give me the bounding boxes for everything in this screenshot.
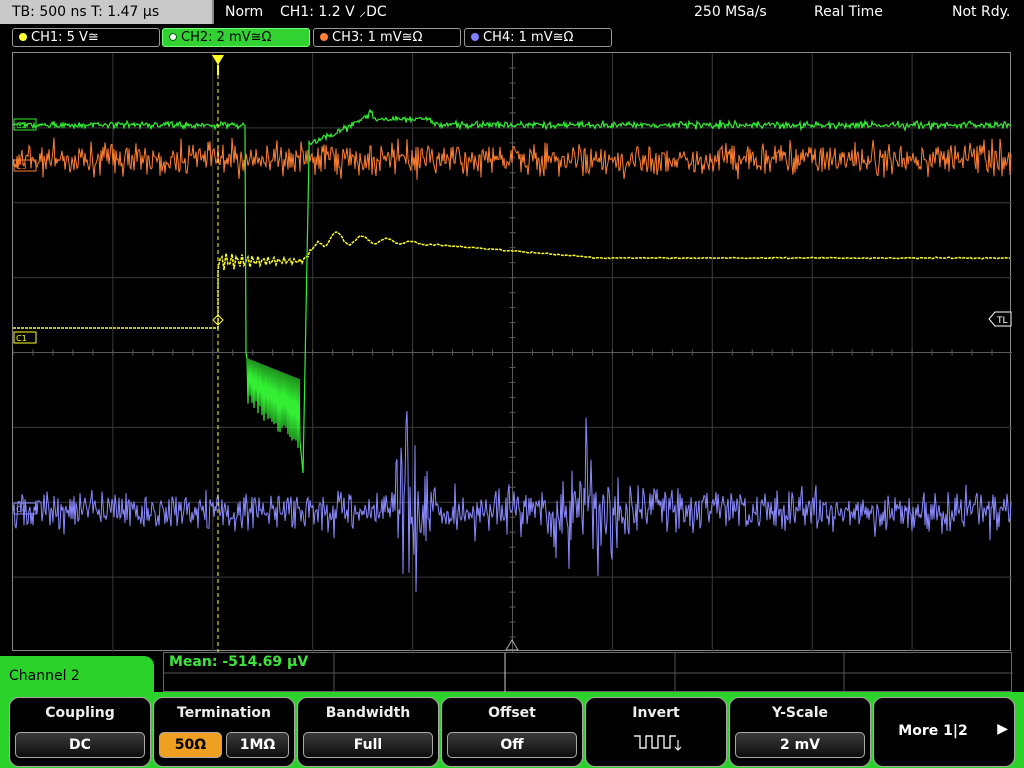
termination-1mohm-option[interactable]: 1MΩ (226, 732, 289, 758)
invert-waveform-icon (634, 735, 682, 751)
channel-tab-ch2[interactable]: CH2: 2 mV≅Ω (162, 28, 310, 47)
ch1-label: CH1: 5 V≅ (31, 30, 99, 45)
ch3-ref-marker[interactable]: C3 (13, 159, 37, 172)
invert-softkey[interactable]: Invert (585, 697, 727, 767)
ch1-waveform (13, 231, 1010, 329)
graticule (12, 52, 1012, 652)
status-bar: Norm CH1: 1.2 V ⸝DC 250 MSa/s Real Time … (216, 0, 1024, 24)
trigger-position-icon[interactable] (212, 55, 224, 65)
oscilloscope-screen: TB: 500 ns T: 1.47 µs Norm CH1: 1.2 V ⸝D… (0, 0, 1024, 768)
termination-softkey[interactable]: Termination 50Ω 1MΩ (153, 697, 295, 767)
ch3-color-icon (320, 33, 328, 41)
acquisition-state: Not Rdy. (952, 4, 1011, 20)
ch3-ref-label: C3 (16, 162, 27, 171)
next-page-icon: ▶ (997, 721, 1008, 737)
more-label: More 1|2 (898, 723, 968, 739)
ch1-ref-label: C1 (16, 334, 27, 343)
coupling-softkey[interactable]: Coupling DC (9, 697, 151, 767)
channel-tab-ch1[interactable]: CH1: 5 V≅ (12, 28, 160, 47)
yscale-softkey[interactable]: Y-Scale 2 mV (729, 697, 871, 767)
channel-tab-ch3[interactable]: CH3: 1 mV≅Ω (313, 28, 461, 47)
channel-tab-ch4[interactable]: CH4: 1 mV≅Ω (464, 28, 612, 47)
timebase-readout[interactable]: TB: 500 ns T: 1.47 µs (0, 0, 214, 24)
mean-measurement: Mean: -514.69 µV (169, 654, 309, 670)
termination-50ohm-option[interactable]: 50Ω (159, 732, 222, 758)
bandwidth-title: Bandwidth (325, 705, 411, 721)
ch4-ref-label: C4 (16, 505, 27, 514)
coupling-value: DC (15, 732, 145, 758)
sample-rate: 250 MSa/s (694, 4, 767, 20)
ch2-label: CH2: 2 mV≅Ω (181, 30, 272, 45)
offset-softkey[interactable]: Offset Off (441, 697, 583, 767)
waveform-svg: C2 C3 C1 C4 TL (12, 52, 1012, 652)
offset-value: Off (447, 732, 577, 758)
ch4-color-icon (471, 33, 479, 41)
ch1-color-icon (19, 33, 27, 41)
acquisition-mode: Real Time (814, 4, 883, 20)
bandwidth-softkey[interactable]: Bandwidth Full (297, 697, 439, 767)
ch3-label: CH3: 1 mV≅Ω (332, 30, 423, 45)
trigger-level-label: TL (996, 316, 1008, 326)
bandwidth-value: Full (303, 732, 433, 758)
trigger-stem-icon (217, 65, 219, 75)
menu-title: Channel 2 (0, 656, 154, 700)
ch4-ref-marker[interactable]: C4 (13, 502, 37, 515)
yscale-value: 2 mV (735, 732, 865, 758)
waveform-display[interactable]: C2 C3 C1 C4 TL (12, 52, 1012, 652)
coupling-title: Coupling (45, 705, 115, 721)
more-softkey[interactable]: More 1|2 ▶ (873, 697, 1015, 767)
ch4-label: CH4: 1 mV≅Ω (483, 30, 574, 45)
trigger-setting[interactable]: CH1: 1.2 V ⸝DC (280, 0, 387, 24)
ch1-ref-marker[interactable]: C1 (13, 331, 37, 344)
yscale-title: Y-Scale (771, 705, 828, 721)
trigger-level-marker[interactable]: TL (988, 311, 1012, 327)
offset-title: Offset (488, 705, 536, 721)
termination-title: Termination (177, 705, 271, 721)
trigger-mode[interactable]: Norm (225, 0, 263, 24)
ch2-color-icon (169, 33, 177, 41)
invert-title: Invert (632, 705, 680, 721)
ch2-ref-label: C2 (16, 121, 27, 130)
